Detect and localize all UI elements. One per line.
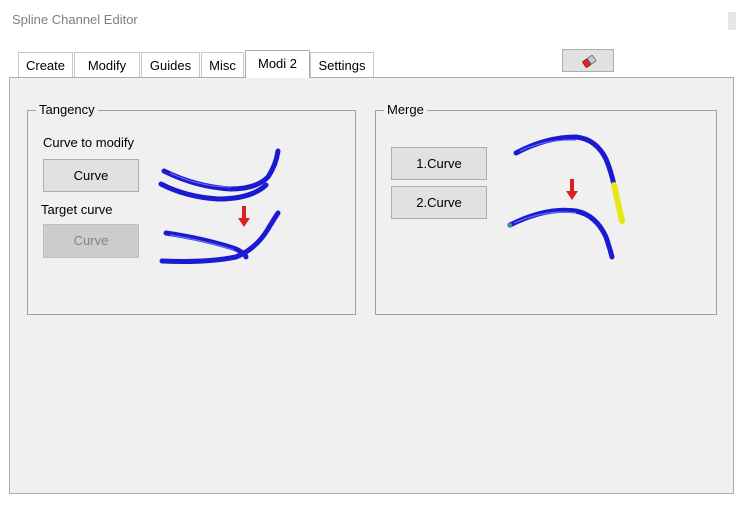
tab-misc[interactable]: Misc (201, 52, 244, 77)
tangency-illustration (158, 148, 281, 264)
tab-modi-2[interactable]: Modi 2 (245, 50, 310, 78)
tab-modify[interactable]: Modify (74, 52, 140, 77)
window-title: Spline Channel Editor (12, 12, 138, 27)
title-bar-edge (728, 12, 736, 30)
eraser-icon (582, 55, 597, 68)
merge-curve-1-button[interactable]: 1.Curve (391, 147, 487, 180)
tab-guides[interactable]: Guides (141, 52, 200, 77)
tangency-group-title: Tangency (36, 102, 98, 117)
merge-group-title: Merge (384, 102, 427, 117)
title-bar: Spline Channel Editor (0, 0, 736, 38)
tab-settings[interactable]: Settings (310, 52, 374, 77)
spline-channel-editor-window: Spline Channel Editor Create Modify Guid… (0, 0, 736, 508)
target-curve-label: Target curve (41, 202, 113, 217)
target-curve-button[interactable]: Curve (43, 224, 139, 258)
eraser-button[interactable] (562, 49, 614, 72)
curve-to-modify-button[interactable]: Curve (43, 159, 139, 192)
merge-curve-2-button[interactable]: 2.Curve (391, 186, 487, 219)
modi-2-panel: Tangency Curve to modify Curve Target cu… (9, 77, 734, 494)
tangency-group: Tangency Curve to modify Curve Target cu… (27, 102, 356, 315)
merge-group: Merge 1.Curve 2.Curve (375, 102, 717, 315)
tab-create[interactable]: Create (18, 52, 73, 77)
merge-illustration (507, 134, 625, 260)
curve-to-modify-label: Curve to modify (43, 135, 135, 150)
